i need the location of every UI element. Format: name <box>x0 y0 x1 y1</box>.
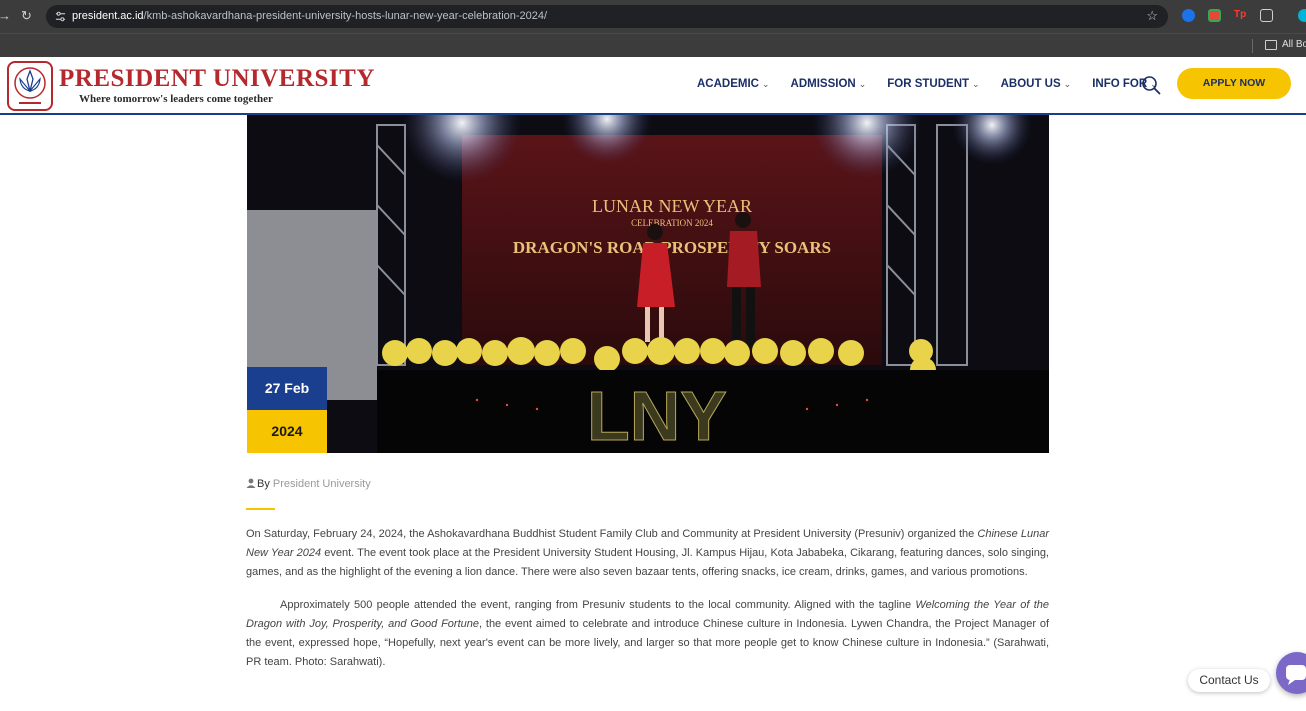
post-author-row: By President University <box>246 478 371 490</box>
site-info-icon[interactable] <box>55 11 66 22</box>
author-link[interactable]: President University <box>273 478 371 490</box>
bookmark-star-icon[interactable]: ☆ <box>1146 8 1158 24</box>
chevron-down-icon: ⌄ <box>858 79 867 89</box>
banner-line-3: DRAGON'S ROAR PROSPERITY SOARS <box>513 238 831 257</box>
post-date-year: 2024 <box>247 410 327 453</box>
university-emblem-icon[interactable] <box>7 61 53 111</box>
nav-for-student[interactable]: FOR STUDENT ⌄ <box>887 78 979 90</box>
url-text[interactable]: president.ac.id/kmb-ashokavardhana-presi… <box>72 10 547 22</box>
nav-about-us-label: ABOUT US <box>1000 78 1061 90</box>
nav-academic[interactable]: ACADEMIC ⌄ <box>697 78 770 90</box>
bookmarks-bar: All Bo <box>0 33 1306 57</box>
divider <box>246 508 275 510</box>
address-bar[interactable]: president.ac.id/kmb-ashokavardhana-presi… <box>46 5 1168 28</box>
chevron-down-icon: ⌄ <box>1063 79 1072 89</box>
nav-admission-label: ADMISSION <box>790 78 856 90</box>
all-bookmarks-label[interactable]: All Bo <box>1282 39 1306 50</box>
bookmarks-divider <box>1252 39 1253 53</box>
browser-toolbar: → ↻ president.ac.id/kmb-ashokavardhana-p… <box>0 0 1306 33</box>
banner-line-2: CELEBRATION 2024 <box>631 218 713 228</box>
article-paragraph-1: On Saturday, February 24, 2024, the Asho… <box>246 525 1049 582</box>
p2-text-a: Approximately 500 people attended the ev… <box>280 599 916 611</box>
stage-letters: LNY <box>587 377 727 453</box>
extension-icon-1[interactable] <box>1182 9 1195 22</box>
banner-line-1: LUNAR NEW YEAR <box>592 196 752 216</box>
site-header: PRESIDENT UNIVERSITY Where tomorrow's le… <box>0 57 1306 115</box>
nav-admission[interactable]: ADMISSION ⌄ <box>791 78 867 90</box>
chevron-down-icon: ⌄ <box>972 79 980 89</box>
p1-text-a: On Saturday, February 24, 2024, the Asho… <box>246 528 978 540</box>
folder-icon[interactable] <box>1265 40 1277 50</box>
nav-about-us[interactable]: ABOUT US ⌄ <box>1001 78 1072 90</box>
search-icon[interactable] <box>1141 75 1161 95</box>
post-date-day: 27 Feb <box>247 367 327 410</box>
extension-icon-3[interactable]: Tp <box>1234 9 1247 22</box>
by-label: By <box>257 478 270 490</box>
event-photo: LUNAR NEW YEAR CELEBRATION 2024 DRAGON'S… <box>247 115 1049 453</box>
profile-icon[interactable] <box>1298 9 1306 22</box>
nav-academic-label: ACADEMIC <box>697 78 759 90</box>
chat-bubble-icon[interactable] <box>1276 652 1306 694</box>
logo-title[interactable]: PRESIDENT UNIVERSITY <box>59 65 375 93</box>
reload-icon[interactable]: ↻ <box>21 8 32 24</box>
nav-info-for-label: INFO FOR <box>1092 78 1148 90</box>
extension-icon-2[interactable] <box>1208 9 1221 22</box>
user-icon <box>246 478 256 488</box>
p1-text-b: event. The event took place at the Presi… <box>246 547 1049 578</box>
contact-us-button[interactable]: Contact Us <box>1188 669 1270 692</box>
chevron-down-icon: ⌄ <box>761 79 770 89</box>
extensions-puzzle-icon[interactable] <box>1260 9 1273 22</box>
article-paragraph-2: Approximately 500 people attended the ev… <box>246 596 1049 672</box>
main-nav: ACADEMIC ⌄ ADMISSION ⌄ FOR STUDENT ⌄ ABOUT … <box>697 78 1179 90</box>
url-path: /kmb-ashokavardhana-president-university… <box>143 10 548 22</box>
forward-icon[interactable]: → <box>0 8 11 24</box>
logo-tagline: Where tomorrow's leaders come together <box>79 93 273 105</box>
url-domain: president.ac.id <box>72 10 144 22</box>
nav-for-student-label: FOR STUDENT <box>887 78 970 90</box>
apply-now-button[interactable]: APPLY NOW <box>1177 68 1291 99</box>
